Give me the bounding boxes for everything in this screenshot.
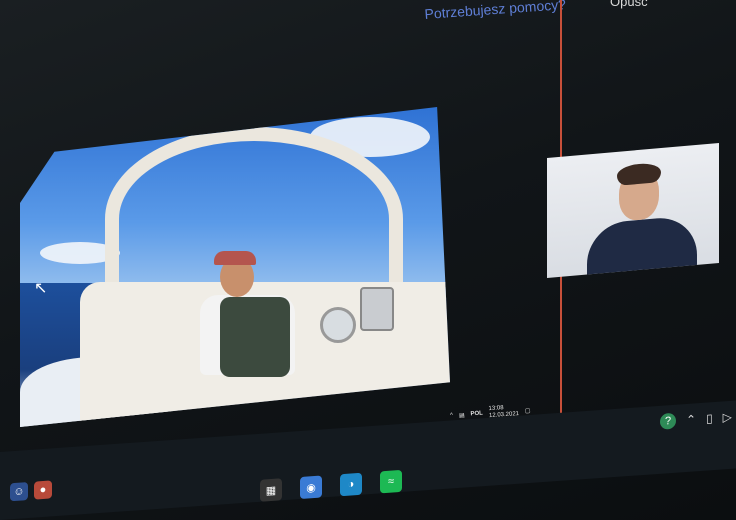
monitor-screen: Potrzebujesz pomocy? Opuść ↖ ^ ▤ POL 13:… (0, 0, 736, 520)
volume-icon[interactable]: ▷ (723, 410, 732, 425)
mouse-pointer-icon: ↖ (34, 280, 48, 297)
taskbar-apps: ▦ ◉ ◑ ≈ (260, 469, 402, 502)
boat-instruments (320, 287, 410, 357)
help-icon[interactable]: ? (660, 412, 676, 430)
edge-icon[interactable]: ◑ (340, 472, 362, 497)
network-icon: ▤ (458, 412, 465, 419)
notification-icon: ▢ (524, 407, 531, 415)
spotify-icon[interactable]: ≈ (380, 469, 402, 494)
people-icon[interactable]: ☺ (10, 482, 28, 502)
app-icon[interactable]: ● (34, 480, 52, 500)
shared-video (20, 107, 450, 427)
taskbar-tray: ? ⌃ ▯ ▷ (660, 409, 732, 430)
language-indicator: POL (470, 410, 484, 418)
tray-chevron-icon: ^ (449, 412, 454, 419)
battery-icon: ▯ (706, 411, 713, 426)
participant-video (547, 142, 719, 278)
chevron-up-icon[interactable]: ⌃ (686, 412, 696, 427)
sailor-vest (220, 297, 290, 377)
sailor-cap (214, 251, 256, 265)
compass-gauge (320, 307, 356, 343)
task-view-icon[interactable]: ▦ (260, 478, 282, 502)
instrument-panel (360, 287, 394, 331)
taskbar-left: ☺ ● (10, 480, 52, 502)
participant-body (587, 214, 697, 278)
chrome-icon[interactable]: ◉ (300, 475, 322, 500)
sailor (200, 251, 310, 407)
leave-button[interactable]: Opuść (610, 0, 648, 9)
